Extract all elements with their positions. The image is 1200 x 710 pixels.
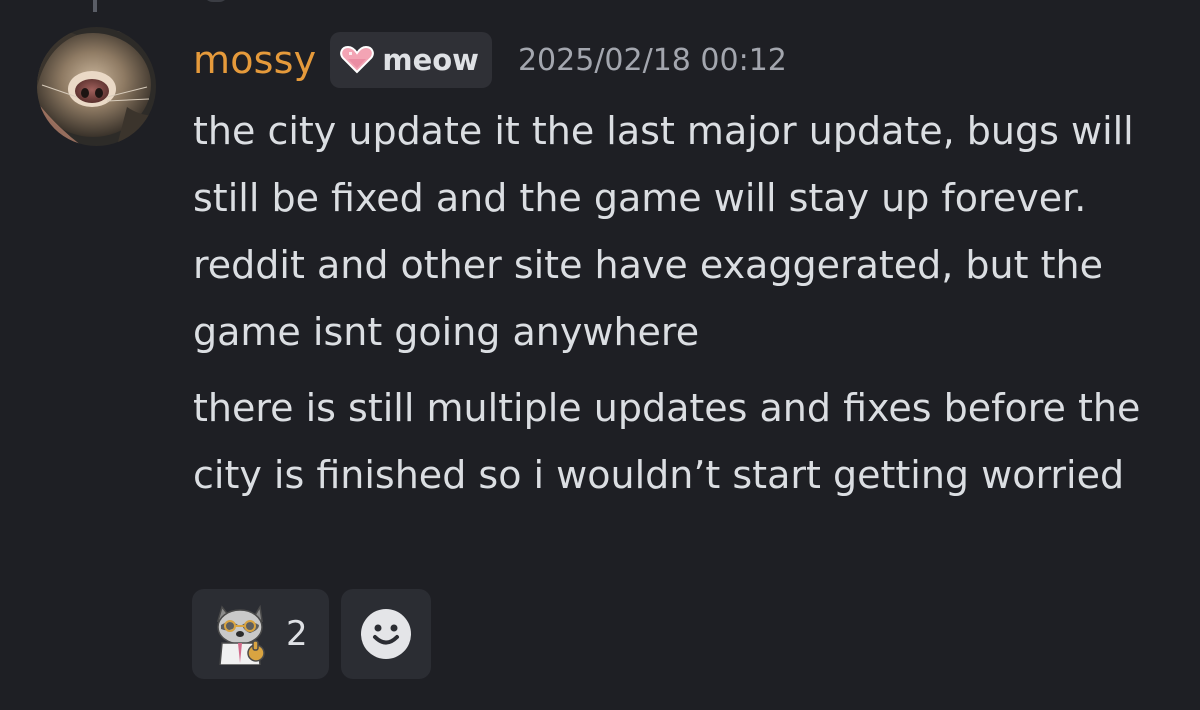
message-paragraph: there is still multiple updates and fixe… (193, 386, 1141, 497)
avatar[interactable] (37, 27, 156, 146)
cat-avatar-icon (37, 27, 156, 146)
server-tag[interactable]: meow (330, 32, 492, 88)
server-tag-label: meow (382, 43, 479, 77)
pink-heart-icon (340, 46, 375, 74)
message-header: mossy meow 2025/02/18 00:12 (193, 30, 787, 90)
reaction-count: 2 (286, 614, 308, 654)
reaction-bar: 2 (192, 589, 431, 679)
username[interactable]: mossy (193, 38, 316, 82)
previous-message-edge (203, 0, 229, 2)
add-reaction-button[interactable] (341, 589, 431, 679)
message-content: the city update it the last major update… (193, 98, 1193, 509)
thread-line (93, 0, 97, 12)
chat-view: mossy meow 2025/02/18 00:12 the city upd… (0, 0, 1200, 710)
message-timestamp[interactable]: 2025/02/18 00:12 (518, 43, 787, 78)
reaction-chip[interactable]: 2 (192, 589, 329, 679)
message-paragraph: the city update it the last major update… (193, 109, 1134, 354)
raccoon-doctor-thumbs-up-emoji (216, 604, 265, 665)
smiley-face-icon (361, 609, 411, 659)
